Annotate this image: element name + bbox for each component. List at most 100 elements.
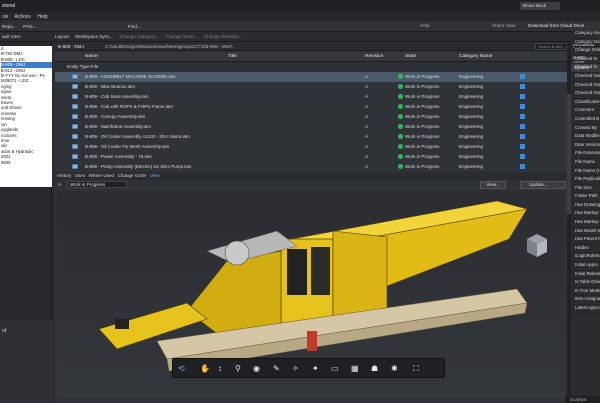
orbit-icon[interactable]: ⟲ [178,364,185,373]
table-row[interactable]: B-809 - Oil Cooler Fly Mesh Assembly.iam… [55,142,568,152]
column-name[interactable]: Name [85,54,98,59]
update-button[interactable]: Update... [520,181,566,189]
property-item[interactable]: Checked Out [572,73,600,82]
walk-icon[interactable]: ⚲ [235,364,241,373]
vault-folder-tree[interactable]: d B-760 DMJ B-808 - LDC B-809 - DMJ B-81… [0,46,52,187]
property-item[interactable]: Has Markup [572,210,600,220]
model-tree-icon[interactable]: ▦ [351,364,359,373]
section-icon[interactable]: ✧ [292,364,299,373]
property-item[interactable]: Has Markup [572,219,600,228]
tab-uses[interactable]: Uses [75,173,85,178]
property-item[interactable]: Checked Out [572,90,600,99]
workspace-sync-button[interactable]: Workspace Sync... [75,34,113,39]
column-state[interactable]: State [405,54,416,59]
print-button[interactable]: Print... [23,24,36,29]
pan-icon[interactable]: ✋ [200,364,210,373]
table-row[interactable]: B-809 - Power Assembly - 75.iam A Work in … [55,152,568,162]
property-item[interactable]: Date Version [572,142,600,151]
column-title[interactable]: Title [228,54,237,59]
table-row[interactable]: B-809 - Canopy Assembly.iam A Work in Prog… [55,112,568,122]
property-item[interactable]: Initial Appro [572,262,600,271]
property-item[interactable]: Folder Path [572,193,600,202]
camera-icon[interactable]: ◉ [253,364,260,373]
table-row[interactable]: B-809 - Cab Seat Assembly.iam A Work in Pr… [55,92,568,102]
column-category[interactable]: Category Name [459,54,493,59]
property-item[interactable]: Has Parent R [572,236,600,245]
tab-change-order[interactable]: Change Order [117,173,146,178]
find-button[interactable]: Find... [128,24,141,29]
state-ok-icon [398,84,403,89]
assembly-file-icon [72,94,78,99]
property-item[interactable]: File Name (H [572,168,600,177]
file-name: B-809 - Oil Cooler Fly Mesh Assembly.iam [85,144,170,149]
property-item[interactable]: Classification [572,99,600,108]
property-item[interactable]: Category Na [572,39,600,48]
layout-button[interactable]: Layout [55,34,69,39]
property-item[interactable]: File Replicati [572,176,600,185]
measure-icon[interactable]: ✎ [273,364,280,373]
property-item[interactable]: Comment [572,107,600,116]
table-row[interactable]: B-809 - Cab with ROPS & FOPS Frame.iam A W… [55,102,568,112]
state-dropdown[interactable]: Work in Progress [67,181,127,188]
menu-actions[interactable]: Actions [15,14,31,20]
table-row[interactable]: B-809 - Pump Assembly (Electric) inc 60c… [55,162,568,172]
menu-help[interactable]: Help [37,14,47,20]
folder-icon[interactable]: ▭ [331,364,339,373]
property-item[interactable]: Hidden [572,245,600,254]
user-menu[interactable]: Bruce Buck [520,2,560,10]
tab-history[interactable]: History [57,173,71,178]
property-item[interactable]: Created By [572,125,600,134]
file-revision: A [365,134,369,139]
property-item[interactable]: iLogicRuleSt [572,253,600,263]
property-item[interactable]: Checked In [572,56,600,65]
property-item[interactable]: Has Model S [572,228,600,237]
share-view-button[interactable]: Share View [492,23,515,28]
property-list: Category Na Category Na Change Orde Checked… [572,30,600,403]
property-item[interactable]: Checked In [572,64,600,73]
property-item[interactable]: Data Modifie [572,133,600,142]
property-item[interactable]: Controlled B [572,116,600,125]
property-item[interactable]: Latest Appro [572,305,600,314]
search-input[interactable]: Search B-809... [535,43,567,50]
property-item[interactable]: Item Assignat [572,296,600,305]
view-button[interactable]: View... [480,181,506,189]
column-revision[interactable]: Revision [365,54,383,59]
change-revision-button[interactable]: Change Revision... [204,34,243,39]
property-item[interactable]: Category Na [572,30,600,39]
help-search[interactable]: Help [420,23,429,28]
assembly-file-icon [72,104,78,109]
report-button[interactable]: Repo... [2,24,17,29]
zoom-icon[interactable]: ↕ [218,364,222,373]
table-row[interactable]: B-809 - ASSEMBLY MACHINE SCHEME.iam A Work… [55,72,568,82]
table-row[interactable]: B-809 - Oil Cooler Assembly A1102 - 2hcc… [55,132,568,142]
state-ok-icon [398,144,403,149]
change-category-button[interactable]: Change Category... [120,34,160,39]
tree-item[interactable]: 9500 [1,160,52,165]
fullscreen-icon[interactable]: ⛶ [413,364,419,374]
group-header[interactable]: Entity Type:File [55,63,568,71]
property-item[interactable]: File Extensio [572,150,600,159]
properties-icon[interactable]: ☗ [371,364,378,373]
status-icon [520,114,525,119]
property-item[interactable]: Change Orde [572,47,600,56]
change-state-button[interactable]: Change State... [166,34,198,39]
property-item[interactable]: Is Table Drive [572,279,600,288]
property-item[interactable]: Is True Mode [572,288,600,297]
property-item[interactable]: Checked Out [572,82,600,91]
settings-icon[interactable]: ✱ [391,364,398,373]
property-item[interactable]: Initial Releas [572,271,600,280]
explode-icon[interactable]: ✦ [312,364,319,373]
menu-tools[interactable]: ols [2,14,8,20]
property-item[interactable]: File Size [572,185,600,194]
default-view-selector[interactable]: ault View [2,34,21,39]
table-row[interactable]: B-809 - Mainframe Assembly.iam A Work in P… [55,122,568,132]
property-item[interactable]: Has Drawing [572,202,600,211]
tab-view[interactable]: View [150,173,160,178]
download-cloud-button[interactable]: Download from Cloud Drive [528,23,584,28]
property-item[interactable]: File Name [572,159,600,168]
file-state: Work in Progress [405,164,440,169]
status-icon [520,154,525,159]
tab-where-used[interactable]: Where Used [89,173,115,178]
view-cube[interactable] [527,234,547,257]
table-row[interactable]: B-809 - Blue Beacon.iam A Work in Progress… [55,82,568,92]
